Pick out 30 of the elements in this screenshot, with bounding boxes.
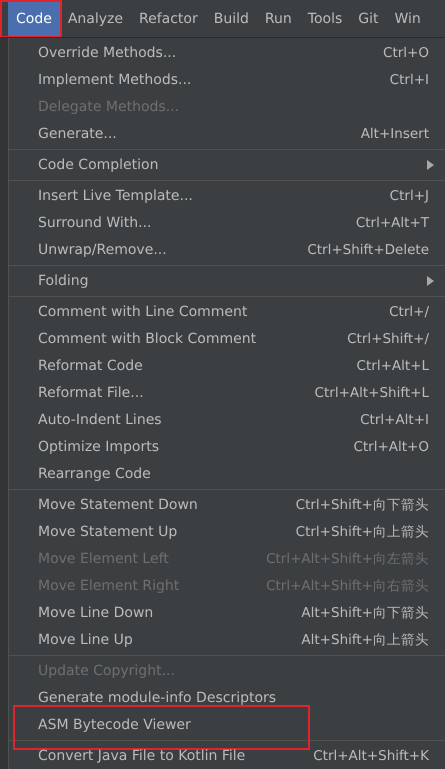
menu-item[interactable]: Move Statement Down Ctrl+Shift+向下箭头 <box>9 491 445 518</box>
menu-bar-item[interactable]: Win <box>386 0 429 37</box>
menu-item[interactable]: Reformat Code Ctrl+Alt+L <box>9 352 445 379</box>
menu-bar-item[interactable]: Run <box>256 0 300 37</box>
menu-item[interactable]: Reformat File... Ctrl+Alt+Shift+L <box>9 379 445 406</box>
menu-bar-item[interactable]: Build <box>206 0 257 37</box>
menu-item[interactable]: Folding <box>9 267 445 294</box>
menu-item[interactable]: Generate... Alt+Insert <box>9 120 445 147</box>
menu-item[interactable]: Code Completion <box>9 151 445 178</box>
menu-item[interactable]: Generate module-info Descriptors <box>9 684 445 711</box>
menu-item[interactable]: Comment with Line Comment Ctrl+/ <box>9 298 445 325</box>
menu-item[interactable]: Rearrange Code <box>9 460 445 487</box>
menu-bar-item[interactable]: Refactor <box>131 0 206 37</box>
menu-item[interactable]: Implement Methods... Ctrl+I <box>9 66 445 93</box>
menu-item[interactable]: Comment with Block Comment Ctrl+Shift+/ <box>9 325 445 352</box>
menu-item[interactable]: Surround With... Ctrl+Alt+T <box>9 209 445 236</box>
menu-item[interactable]: Unwrap/Remove... Ctrl+Shift+Delete <box>9 236 445 263</box>
menu-item[interactable]: Optimize Imports Ctrl+Alt+O <box>9 433 445 460</box>
menu-item[interactable]: ASM Bytecode Viewer <box>9 711 445 738</box>
menu-item[interactable]: Insert Live Template... Ctrl+J <box>9 182 445 209</box>
menu-bar-item[interactable]: Analyze <box>60 0 132 37</box>
menu-bar-item[interactable]: Tools <box>300 0 350 37</box>
menu-item[interactable]: Auto-Indent Lines Ctrl+Alt+I <box>9 406 445 433</box>
menu-item[interactable]: Move Line Up Alt+Shift+向上箭头 <box>9 626 445 653</box>
menu-item[interactable]: Override Methods... Ctrl+O <box>9 39 445 66</box>
menu-item[interactable]: Convert Java File to Kotlin File Ctrl+Alt+Shift+K <box>9 742 445 769</box>
menu-item[interactable]: Move Statement Up Ctrl+Shift+向上箭头 <box>9 518 445 545</box>
menu-bar-item[interactable]: Git <box>350 0 386 37</box>
menu-bar-item[interactable]: Code <box>8 0 60 37</box>
menu-item[interactable]: Move Line Down Alt+Shift+向下箭头 <box>9 599 445 626</box>
